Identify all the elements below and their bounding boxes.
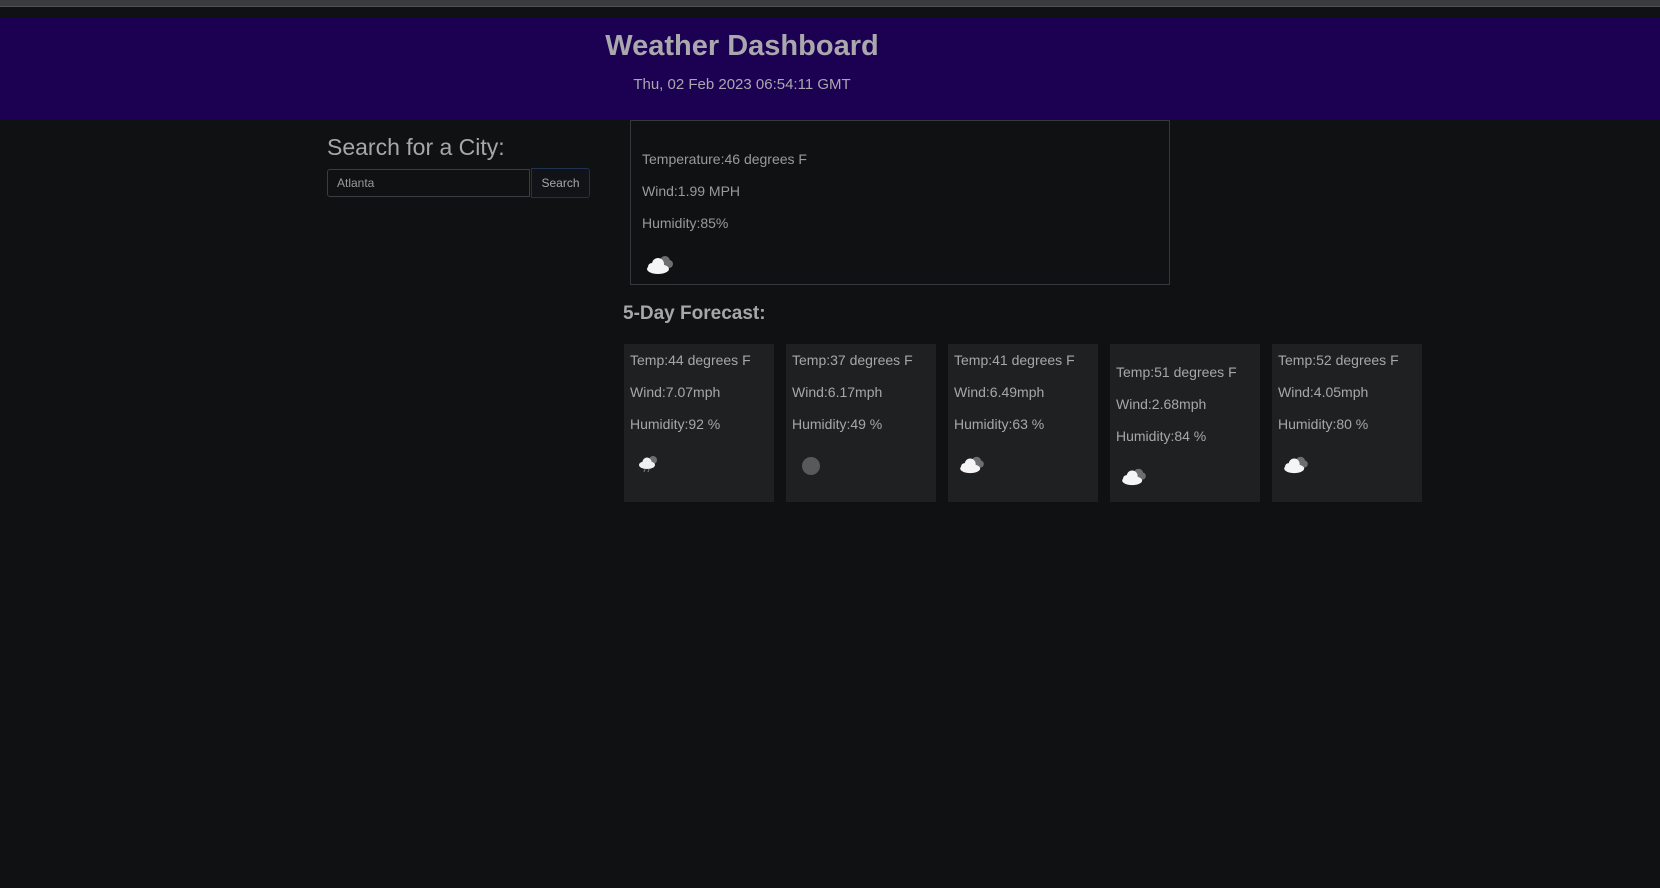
forecast-temp: Temp:41 degrees F xyxy=(954,352,1075,368)
forecast-card-day-2: Temp:37 degrees F Wind:6.17mph Humidity:… xyxy=(786,344,936,502)
clear-night-icon xyxy=(801,456,821,476)
forecast-temp: Temp:51 degrees F xyxy=(1116,364,1237,380)
forecast-card-day-3: Temp:41 degrees F Wind:6.49mph Humidity:… xyxy=(948,344,1098,502)
cloudy-icon xyxy=(645,253,675,275)
forecast-humidity: Humidity:92 % xyxy=(630,416,721,432)
forecast-wind: Wind:6.17mph xyxy=(792,384,883,400)
search-button[interactable]: Search xyxy=(531,168,590,198)
forecast-humidity: Humidity:84 % xyxy=(1116,428,1207,444)
page-title: Weather Dashboard xyxy=(605,30,879,62)
forecast-temp: Temp:44 degrees F xyxy=(630,352,751,368)
current-weather-card: Temperature:46 degrees F Wind:1.99 MPH H… xyxy=(630,120,1170,285)
current-wind: Wind:1.99 MPH xyxy=(642,183,741,199)
forecast-wind: Wind:7.07mph xyxy=(630,384,721,400)
current-temperature: Temperature:46 degrees F xyxy=(642,151,807,167)
forecast-humidity: Humidity:49 % xyxy=(792,416,883,432)
browser-top-bar xyxy=(0,0,1660,7)
cloudy-icon xyxy=(1282,454,1310,474)
city-search-input[interactable] xyxy=(327,169,530,197)
forecast-humidity: Humidity:63 % xyxy=(954,416,1045,432)
current-humidity: Humidity:85% xyxy=(642,215,729,231)
forecast-wind: Wind:4.05mph xyxy=(1278,384,1369,400)
cloudy-icon xyxy=(958,454,986,474)
forecast-card-day-1: Temp:44 degrees F Wind:7.07mph Humidity:… xyxy=(624,344,774,502)
current-datetime: Thu, 02 Feb 2023 06:54:11 GMT xyxy=(633,76,851,93)
forecast-card-day-5: Temp:52 degrees F Wind:4.05mph Humidity:… xyxy=(1272,344,1422,502)
forecast-temp: Temp:37 degrees F xyxy=(792,352,913,368)
page-header: Weather Dashboard Thu, 02 Feb 2023 06:54… xyxy=(0,18,1660,119)
forecast-card-day-4: Temp:51 degrees F Wind:2.68mph Humidity:… xyxy=(1110,344,1260,502)
forecast-humidity: Humidity:80 % xyxy=(1278,416,1369,432)
forecast-wind: Wind:2.68mph xyxy=(1116,396,1207,412)
cloudy-icon xyxy=(1120,466,1148,486)
forecast-wind: Wind:6.49mph xyxy=(954,384,1045,400)
forecast-temp: Temp:52 degrees F xyxy=(1278,352,1399,368)
forecast-heading: 5-Day Forecast: xyxy=(623,303,766,324)
search-heading: Search for a City: xyxy=(327,134,505,160)
light-rain-icon xyxy=(637,454,661,474)
